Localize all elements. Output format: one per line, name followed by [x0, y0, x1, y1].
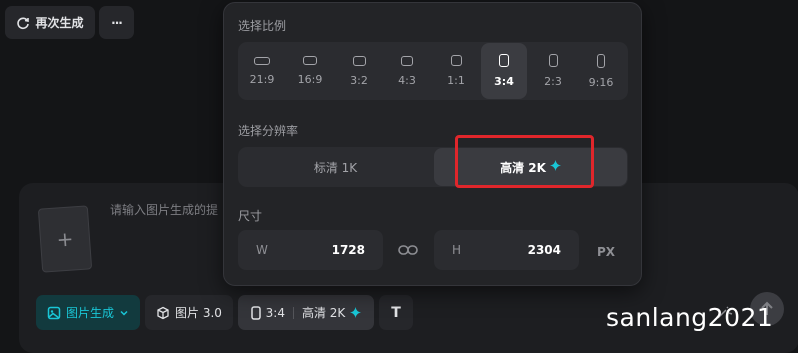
portrait-ratio-icon [250, 305, 261, 320]
resolution-option-label: 标清 1K [313, 160, 358, 175]
width-value: 1728 [331, 243, 365, 257]
ratio-label: 3:4 [265, 305, 285, 320]
ratio-option[interactable]: 2:3 [530, 43, 576, 99]
ratio-option-selected[interactable]: 3:4 [481, 43, 527, 99]
watermark-text: sanlang2021 [606, 303, 774, 332]
ratio-option-label: 3:4 [494, 75, 514, 88]
ratio-selector: 21:9 16:9 3:2 4:3 1:1 3:4 2:3 9:16 [238, 42, 628, 100]
sparkle-icon [350, 307, 362, 318]
ratio-option-label: 16:9 [297, 73, 323, 86]
ratio-option[interactable]: 4:3 [384, 43, 430, 99]
ratio-9-16-icon [597, 53, 605, 68]
text-format-icon: T [391, 304, 401, 321]
highlight-annotation [455, 135, 594, 188]
ratio-option[interactable]: 3:2 [336, 43, 382, 99]
ratio-16-9-icon [303, 56, 317, 65]
height-field[interactable]: H 2304 [434, 230, 579, 270]
ratio-option[interactable]: 9:16 [578, 43, 624, 99]
ratio-3-4-icon [499, 54, 509, 67]
ratio-option-label: 9:16 [588, 75, 614, 89]
link-icon[interactable] [398, 243, 418, 260]
ratio-option-label: 21:9 [249, 72, 275, 86]
mode-label: 图片生成 [65, 306, 114, 320]
text-style-button[interactable]: T [379, 295, 413, 330]
cube-icon [156, 306, 170, 320]
resolution-label: 高清 2K [301, 306, 346, 320]
ratio-3-2-icon [352, 55, 366, 66]
ratio-option[interactable]: 16:9 [287, 43, 333, 99]
upload-reference-image[interactable]: + [37, 205, 93, 273]
regenerate-label: 再次生成 [35, 16, 84, 30]
ratio-option-label: 2:3 [544, 75, 562, 88]
model-label: 图片 3.0 [175, 306, 222, 320]
size-section-title: 尺寸 [238, 209, 263, 223]
ratio-option[interactable]: 21:9 [239, 43, 285, 99]
width-field[interactable]: W 1728 [238, 230, 383, 270]
ratio-option-label: 1:1 [447, 74, 465, 87]
mode-select-button[interactable]: 图片生成 [36, 295, 140, 330]
ratio-option-label: 4:3 [398, 73, 416, 87]
chevron-down-icon [119, 308, 129, 318]
resolution-option-1k[interactable]: 标清 1K [239, 148, 432, 186]
refresh-icon [16, 16, 30, 30]
height-key: H [452, 243, 462, 257]
ratio-option-label: 3:2 [350, 73, 368, 87]
more-icon: ··· [111, 15, 123, 30]
ratio-option[interactable]: 1:1 [433, 43, 479, 99]
unit-label: PX [597, 245, 616, 259]
resolution-section-title: 选择分辨率 [238, 124, 299, 138]
width-key: W [256, 243, 268, 257]
model-select-button[interactable]: 图片 3.0 [145, 295, 233, 330]
more-button[interactable]: ··· [99, 6, 134, 39]
regenerate-button[interactable]: 再次生成 [5, 6, 95, 39]
ratio-1-1-icon [450, 55, 462, 66]
divider [292, 306, 294, 319]
ratio-section-title: 选择比例 [238, 19, 287, 33]
image-mode-icon [47, 306, 61, 320]
height-value: 2304 [527, 243, 561, 257]
prompt-input[interactable]: 请输入图片生成的提 [110, 201, 218, 218]
ratio-resolution-button[interactable]: 3:4 高清 2K [238, 295, 374, 330]
ratio-4-3-icon [401, 55, 413, 66]
plus-icon: + [55, 226, 75, 252]
ratio-21-9-icon [254, 56, 270, 65]
ratio-2-3-icon [548, 54, 558, 67]
